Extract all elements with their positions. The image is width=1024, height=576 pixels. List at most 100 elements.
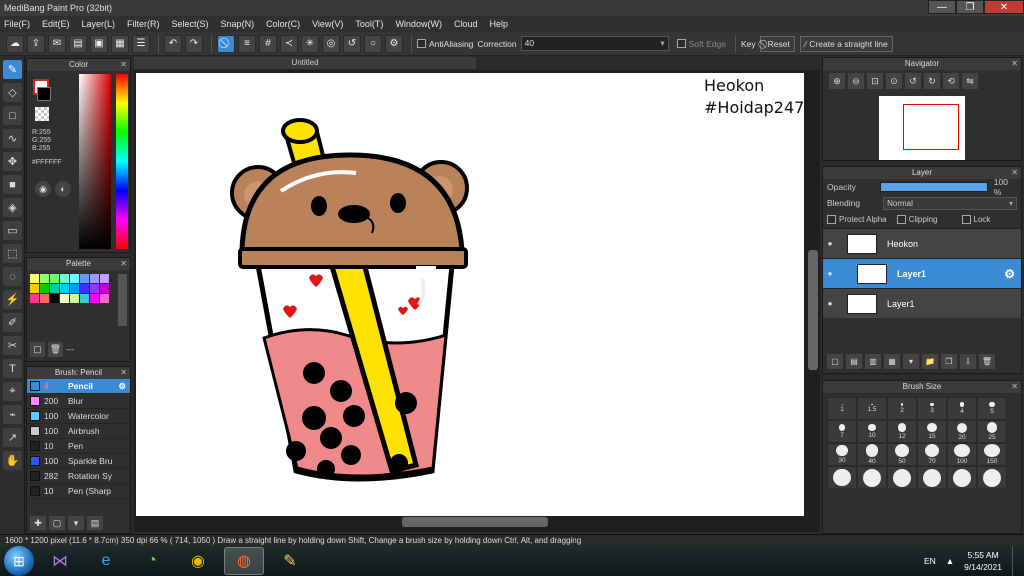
visibility-icon[interactable]: ●	[823, 299, 837, 308]
palette-color-swatch[interactable]	[80, 294, 89, 303]
brush-list-item[interactable]: 4 Pencil ⚙	[27, 379, 130, 394]
curve-snap-icon[interactable]: ↺	[343, 34, 361, 53]
brush-size-cell[interactable]	[857, 466, 887, 489]
color-picker-icon[interactable]: ◐	[55, 181, 71, 197]
tray-up-arrow-icon[interactable]: ▲	[946, 556, 954, 566]
language-indicator[interactable]: EN	[924, 556, 936, 566]
brush-size-cell[interactable]: 4	[947, 397, 977, 420]
gradient-tool-icon[interactable]: ▭	[3, 221, 22, 240]
palette-color-swatch[interactable]	[60, 274, 69, 283]
clipping-checkbox[interactable]	[896, 215, 906, 224]
visual-studio-icon[interactable]: ⋈	[40, 547, 80, 575]
undo-icon[interactable]: ↶	[164, 34, 182, 53]
eraser-tool-icon[interactable]: ◇	[3, 83, 22, 102]
brush-size-cell[interactable]: 7	[827, 420, 857, 443]
copy-brush-icon[interactable]: ▢	[49, 516, 65, 530]
brush-list-item[interactable]: 100 Airbrush	[27, 424, 130, 439]
brush-size-cell[interactable]	[827, 466, 857, 489]
select-tool-icon[interactable]: ⬚	[3, 244, 22, 263]
panel-close-icon[interactable]: ✕	[120, 258, 127, 270]
delete-layer-icon[interactable]: 🗑	[979, 354, 995, 369]
palette-color-swatch[interactable]	[90, 294, 99, 303]
palette-color-swatch[interactable]	[60, 284, 69, 293]
palette-color-swatch[interactable]	[100, 284, 109, 293]
gear-icon[interactable]: ⚙	[1004, 267, 1015, 281]
menu-select[interactable]: Select(S)	[172, 19, 209, 29]
palette-color-swatch[interactable]	[40, 284, 49, 293]
palette-color-swatch[interactable]	[50, 294, 59, 303]
brush-list-item[interactable]: 100 Sparkle Bru	[27, 454, 130, 469]
text-tool-icon[interactable]: T	[3, 359, 22, 378]
palette-color-swatch[interactable]	[30, 284, 39, 293]
menu-help[interactable]: Help	[489, 19, 508, 29]
gear-icon[interactable]: ⚙	[118, 381, 126, 392]
antialiasing-checkbox[interactable]	[417, 39, 426, 48]
document-tab[interactable]: Untitled	[134, 57, 476, 69]
menu-snap[interactable]: Snap(N)	[221, 19, 255, 29]
brush-list-item[interactable]: 282 Rotation Sy	[27, 469, 130, 484]
opacity-slider[interactable]	[879, 182, 988, 192]
palette-color-swatch[interactable]	[90, 274, 99, 283]
palette-color-swatch[interactable]	[100, 294, 109, 303]
new-halftone-layer-icon[interactable]: ▤	[846, 354, 862, 369]
rotate-right-icon[interactable]: ↻	[924, 73, 940, 89]
brush-size-cell[interactable]: 3	[917, 397, 947, 420]
circle-snap-icon[interactable]: ○	[364, 34, 382, 53]
operation-tool-icon[interactable]: ↗	[3, 428, 22, 447]
brush-settings-icon[interactable]: ▤	[87, 516, 103, 530]
new-1bit-layer-icon[interactable]: ▦	[884, 354, 900, 369]
menu-file[interactable]: File(F)	[4, 19, 30, 29]
brush-size-cell[interactable]: 50	[887, 443, 917, 466]
new-8bit-layer-icon[interactable]: ▥	[865, 354, 881, 369]
palette-color-swatch[interactable]	[80, 274, 89, 283]
horizontal-scrollbar[interactable]	[402, 517, 548, 527]
palette-color-swatch[interactable]	[40, 294, 49, 303]
new-layer-icon[interactable]: ▢	[827, 354, 843, 369]
close-button[interactable]: ✕	[984, 0, 1024, 14]
brush-tool-icon[interactable]: ✎	[3, 60, 22, 79]
transparent-color-swatch[interactable]	[35, 107, 49, 121]
brush-size-cell[interactable]: 1.5	[857, 397, 887, 420]
fit-icon[interactable]: ⊡	[867, 73, 883, 89]
zoom-out-icon[interactable]: ⊖	[848, 73, 864, 89]
layer-menu-icon[interactable]: ▾	[903, 354, 919, 369]
pen-tool-icon[interactable]: ∿	[3, 129, 22, 148]
background-color-swatch[interactable]	[37, 87, 51, 101]
brush-size-cell[interactable]: 2	[887, 397, 917, 420]
brush-size-cell[interactable]: 1	[827, 397, 857, 420]
snap-off-icon[interactable]: ⃠	[217, 34, 235, 53]
show-desktop-button[interactable]	[1012, 546, 1020, 576]
visibility-icon[interactable]: ●	[823, 239, 837, 248]
palette-color-swatch[interactable]	[40, 274, 49, 283]
palette-color-swatch[interactable]	[50, 274, 59, 283]
paint-palette-icon[interactable]: ✎	[270, 547, 310, 575]
parallel-snap-icon[interactable]: ≡	[238, 34, 256, 53]
lasso-tool-icon[interactable]: ◌	[3, 267, 22, 286]
list-icon[interactable]: ☰	[132, 34, 150, 53]
menu-cloud[interactable]: Cloud	[454, 19, 478, 29]
delete-palette-icon[interactable]: 🗑	[48, 342, 63, 357]
divide-tool-icon[interactable]: ⌖	[3, 382, 22, 401]
reset-button[interactable]: ⃠Reset	[759, 35, 795, 52]
bucket-tool-icon[interactable]: ◈	[3, 198, 22, 217]
brush-list-item[interactable]: 200 Blur	[27, 394, 130, 409]
dot-tool-icon[interactable]: □	[3, 106, 22, 125]
minimize-button[interactable]: —	[928, 0, 956, 14]
select-pen-tool-icon[interactable]: ✐	[3, 313, 22, 332]
brush-size-cell[interactable]: 12	[887, 420, 917, 443]
palette-scrollbar[interactable]	[118, 274, 127, 326]
shape-fill-tool-icon[interactable]: ■	[3, 175, 22, 194]
drawing-canvas[interactable]: Heokon #Hoidap247	[136, 73, 804, 516]
settings-icon[interactable]: ⚙	[385, 34, 403, 53]
clock[interactable]: 5:55 AM 9/14/2021	[964, 549, 1002, 573]
palette-color-swatch[interactable]	[80, 284, 89, 293]
palette-color-swatch[interactable]	[70, 274, 79, 283]
menu-filter[interactable]: Filter(R)	[127, 19, 160, 29]
palette-color-swatch[interactable]	[70, 284, 79, 293]
panel-close-icon[interactable]: ✕	[120, 367, 127, 379]
menu-layer[interactable]: Layer(L)	[82, 19, 116, 29]
save-icon[interactable]: ▣	[90, 34, 108, 53]
start-button[interactable]: ⊞	[4, 546, 34, 576]
brush-list-item[interactable]: 100 Watercolor	[27, 409, 130, 424]
hue-slider[interactable]	[116, 74, 128, 249]
